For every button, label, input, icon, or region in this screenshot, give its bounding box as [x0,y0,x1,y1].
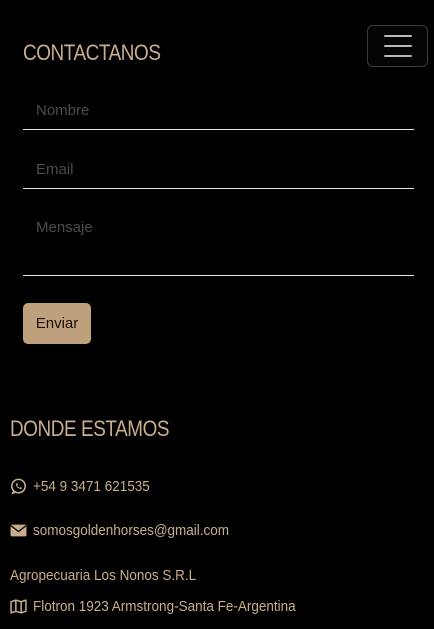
phone-number[interactable]: +54 9 3471 621535 [33,478,150,495]
hamburger-menu-icon [383,35,412,57]
navbar-toggler-button[interactable] [367,25,428,67]
email-address[interactable]: somosgoldenhorses@gmail.com [33,522,229,539]
whatsapp-icon [10,478,27,495]
contact-title: CONTACTANOS [23,40,161,65]
name-input[interactable] [23,92,414,130]
submit-button[interactable]: Enviar [23,303,91,344]
message-textarea[interactable] [23,210,414,276]
email-input[interactable] [23,151,414,189]
email-row: somosgoldenhorses@gmail.com [10,522,251,539]
map-icon [10,598,27,615]
address-text: Flotron 1923 Armstrong-Santa Fe-Argentin… [33,598,296,615]
envelope-icon [10,522,27,539]
phone-row: +54 9 3471 621535 [10,478,163,495]
address-row: Flotron 1923 Armstrong-Santa Fe-Argentin… [10,598,325,615]
location-title: DONDE ESTAMOS [10,416,170,441]
company-row: Agropecuaria Los Nonos S.R.L [10,567,217,584]
page: CONTACTANOS Enviar DONDE ESTAMOS +54 9 3… [0,0,434,629]
company-name: Agropecuaria Los Nonos S.R.L [10,567,197,584]
